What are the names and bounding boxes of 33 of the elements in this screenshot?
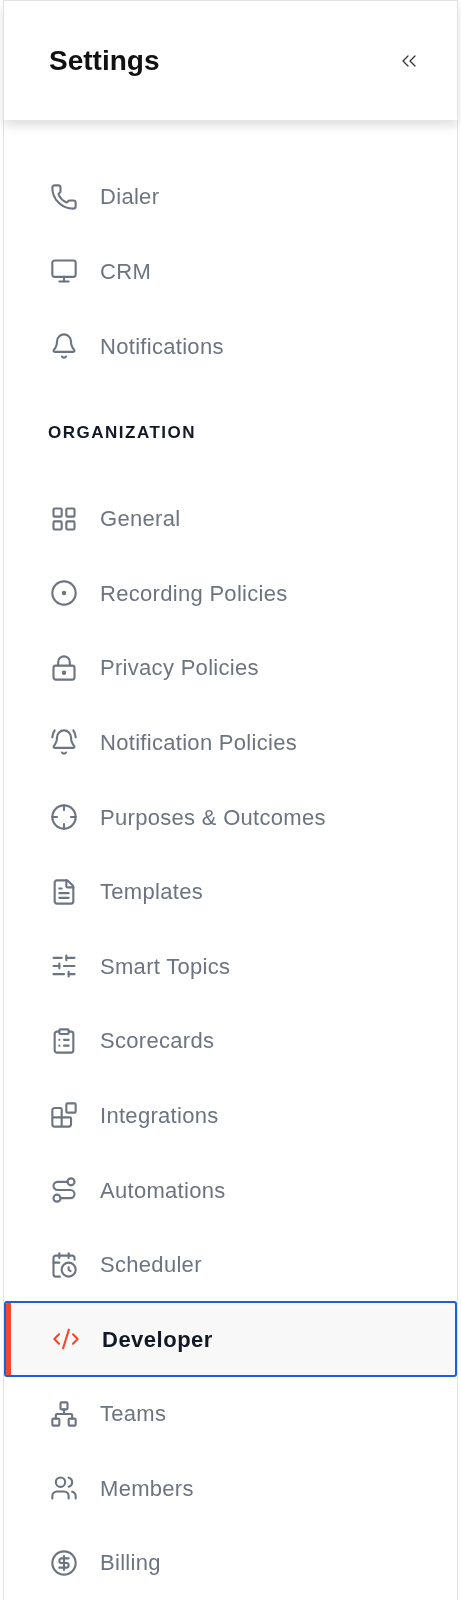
dollar-icon [50,1549,78,1577]
blocks-icon [50,1101,78,1130]
menu-item[interactable]: Automations [4,1153,457,1227]
bell-icon [50,728,78,757]
monitor-icon [50,257,78,286]
route-icon [50,1176,78,1204]
grid-icon [50,504,78,533]
menu-item[interactable]: Privacy Policies [4,630,457,705]
menu-item[interactable]: Integrations [4,1078,457,1153]
menu-item[interactable]: Developer [4,1301,457,1378]
phone-icon [50,182,78,211]
bell-icon [50,332,78,361]
menu-item[interactable]: Scorecards [4,1003,457,1078]
menu-item[interactable]: Templates [4,854,457,929]
menu-item[interactable]: Scheduler [4,1227,457,1302]
menu-item[interactable]: Notification Policies [4,705,457,780]
menu-item[interactable]: Billing [4,1526,457,1600]
target-icon [50,803,78,832]
menu-item[interactable]: Recording Policies [4,556,457,631]
calendar-clock-icon [50,1250,78,1279]
section-heading: ORGANIZATION [48,421,196,444]
record-icon [50,579,78,608]
menu-item[interactable]: Dialer [4,159,457,234]
menu-item[interactable]: Teams [4,1376,457,1451]
lock-icon [50,653,78,682]
page-title: Settings [49,43,160,78]
menu-item[interactable]: CRM [4,234,457,309]
menu-item[interactable]: Notifications [4,309,457,384]
network-icon [50,1399,78,1428]
menu-item[interactable]: Members [4,1451,457,1526]
menu-item[interactable]: Purposes & Outcomes [4,780,457,855]
menu-item[interactable]: Smart Topics [4,929,457,1004]
menu-item[interactable]: General [4,481,457,556]
